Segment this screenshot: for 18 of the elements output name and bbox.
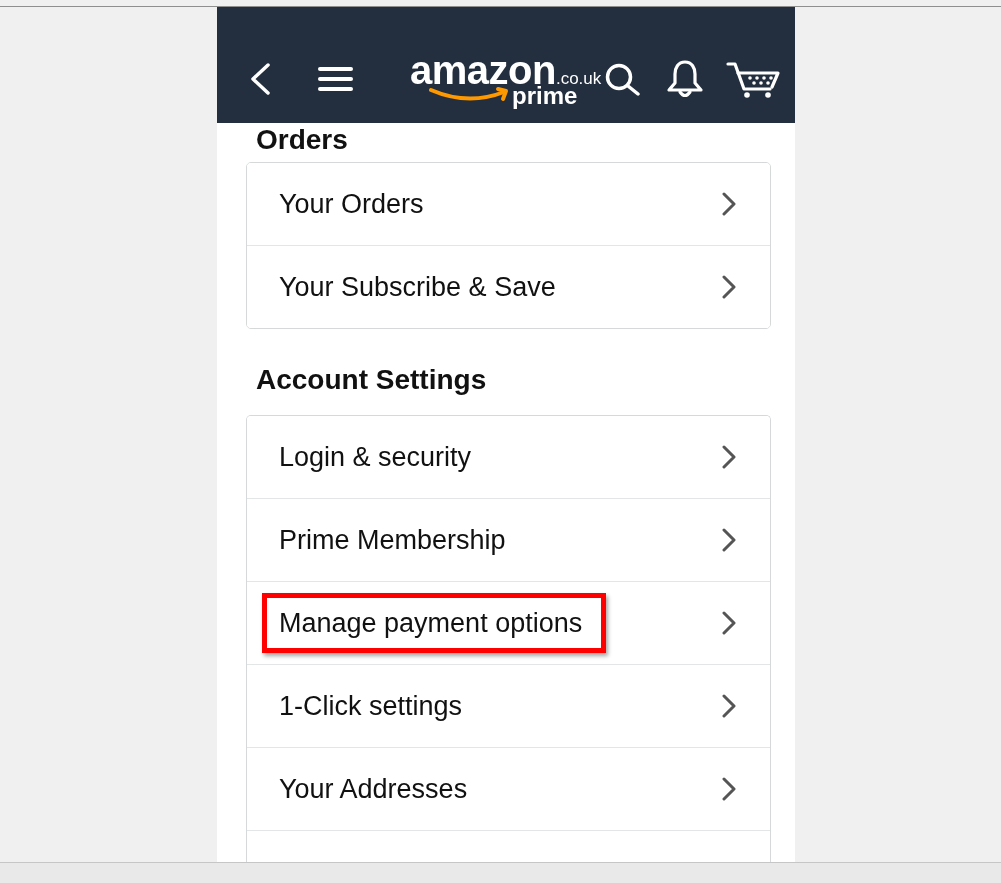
bell-icon[interactable]	[666, 59, 704, 99]
chevron-right-icon	[721, 694, 737, 718]
highlight-frame: Manage payment options	[262, 592, 607, 654]
section-heading: Orders	[256, 123, 348, 157]
menu-item[interactable]: Your Subscribe & Save	[247, 245, 770, 328]
chevron-right-icon	[721, 275, 737, 299]
section-heading: Account Settings	[256, 363, 487, 397]
cart-icon[interactable]	[726, 60, 780, 98]
chevron-right-icon	[721, 777, 737, 801]
chevron-right-icon	[721, 445, 737, 469]
chevron-right-icon	[721, 192, 737, 216]
search-icon[interactable]	[605, 62, 641, 96]
chevron-left-icon[interactable]	[249, 63, 271, 95]
logo-domain: .co.uk	[555, 70, 602, 87]
chevron-right-icon	[721, 528, 737, 552]
logo-prime: prime	[512, 84, 578, 108]
menu-icon[interactable]	[318, 66, 353, 92]
chevron-right-icon	[721, 611, 737, 635]
